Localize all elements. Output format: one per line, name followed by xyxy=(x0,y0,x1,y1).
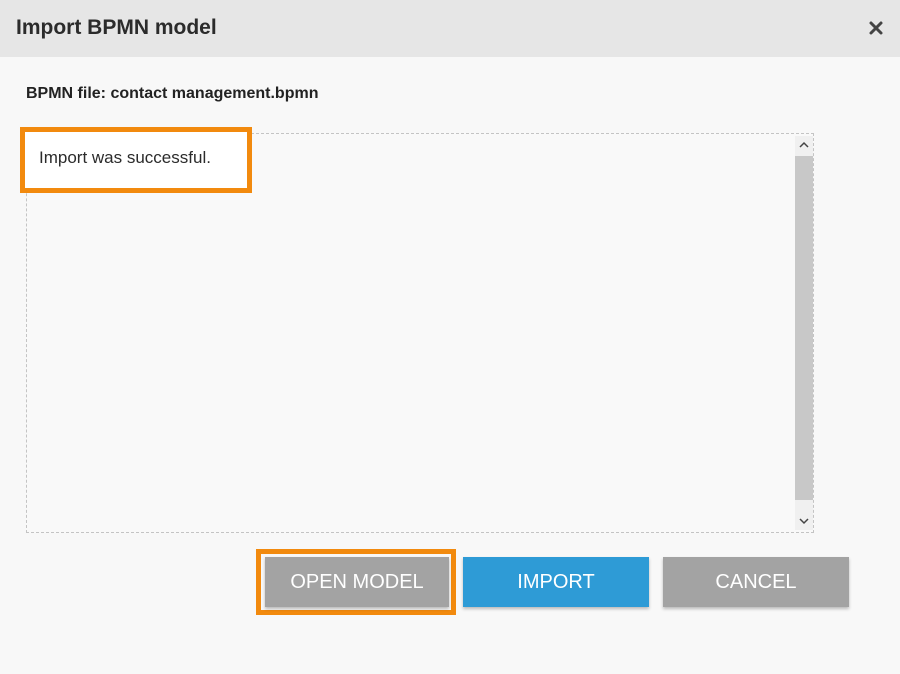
import-log-area[interactable] xyxy=(26,133,814,533)
scroll-down-arrow-icon[interactable] xyxy=(795,512,813,530)
cancel-button[interactable]: CANCEL xyxy=(663,557,849,607)
log-scrollbar[interactable] xyxy=(795,136,813,530)
close-icon[interactable] xyxy=(866,18,886,38)
import-bpmn-dialog: Import BPMN model BPMN file: contact man… xyxy=(0,0,900,674)
open-model-button[interactable]: OPEN MODEL xyxy=(265,557,449,607)
import-button[interactable]: IMPORT xyxy=(463,557,649,607)
success-message-highlight: Import was successful. xyxy=(20,127,252,193)
dialog-titlebar: Import BPMN model xyxy=(0,0,900,57)
dialog-title: Import BPMN model xyxy=(16,16,217,39)
import-success-message: Import was successful. xyxy=(39,148,211,167)
scroll-up-arrow-icon[interactable] xyxy=(795,136,813,154)
scroll-thumb[interactable] xyxy=(795,156,813,500)
bpmn-file-label: BPMN file: contact management.bpmn xyxy=(26,85,319,102)
